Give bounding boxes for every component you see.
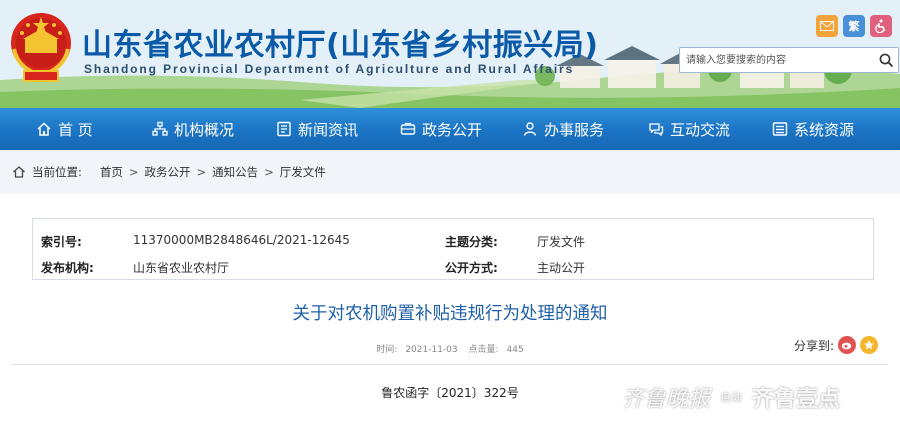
- watermark-text-a: 齐鲁晚报: [622, 387, 711, 412]
- breadcrumb-notice[interactable]: 通知公告: [212, 164, 258, 180]
- nav-label: 政务公开: [422, 120, 483, 139]
- nav-label: 互动交流: [670, 120, 731, 139]
- nav-item-interact[interactable]: 互动交流: [648, 108, 730, 150]
- service-icon: [523, 122, 537, 136]
- header-banner: 山东省农业农村厅(山东省乡村振兴局) Shandong Provincial D…: [0, 0, 900, 108]
- news-icon: [277, 121, 291, 137]
- nav-item-home[interactable]: 首 页: [36, 108, 93, 150]
- time-value: 2021-11-03: [405, 345, 458, 355]
- breadcrumb: 当前位置: 首页 > 政务公开 > 通知公告 > 厅发文件: [12, 164, 326, 180]
- home-icon: [13, 166, 25, 178]
- breadcrumb-sep: >: [128, 165, 139, 179]
- mail-icon[interactable]: [816, 15, 838, 37]
- page: 山东省农业农村厅(山东省乡村振兴局) Shandong Provincial D…: [0, 0, 900, 436]
- nav-item-news[interactable]: 新闻资讯: [276, 108, 358, 150]
- breadcrumb-sep: >: [196, 165, 207, 179]
- org-icon: [152, 121, 168, 136]
- divider: [12, 364, 888, 365]
- index-key: 索引号:: [41, 235, 82, 249]
- traditional-chinese-button[interactable]: 繁: [843, 15, 865, 37]
- interact-icon: [649, 123, 664, 137]
- breadcrumb-sep: >: [264, 165, 274, 179]
- breadcrumb-dept-docs[interactable]: 厅发文件: [280, 164, 326, 180]
- open-icon: [400, 122, 416, 135]
- breadcrumb-open[interactable]: 政务公开: [145, 164, 191, 180]
- nav-item-org[interactable]: 机构概况: [152, 108, 234, 150]
- search-button[interactable]: [874, 48, 898, 72]
- nav-item-system[interactable]: 系统资源: [772, 108, 854, 150]
- breadcrumb-bar: 当前位置: 首页 > 政务公开 > 通知公告 > 厅发文件: [0, 150, 900, 194]
- site-title: 山东省农业农村厅(山东省乡村振兴局): [82, 28, 599, 63]
- topic-key: 主题分类:: [445, 235, 498, 249]
- home-icon: [37, 122, 51, 136]
- nav-item-open[interactable]: 政务公开: [400, 108, 482, 150]
- top-toolbar: 繁: [816, 15, 892, 37]
- share-label: 分享到:: [793, 338, 834, 353]
- system-icon: [772, 122, 788, 136]
- article-title: 关于对农机购置补贴违规行为处理的通知: [292, 304, 608, 324]
- search-icon: [879, 53, 893, 67]
- weibo-icon[interactable]: [838, 336, 856, 354]
- nav-label: 办事服务: [544, 120, 605, 139]
- search-input[interactable]: [680, 49, 874, 71]
- index-value: 11370000MB2848646L/2021-12645: [133, 233, 350, 247]
- nav-label: 机构概况: [174, 120, 235, 139]
- watermark-box: 自动: [716, 387, 747, 407]
- mode-key: 公开方式:: [445, 261, 498, 275]
- main-nav: 首 页 机构概况 新闻资讯 政务公开 办事服务 互动交流 系统资源: [0, 108, 900, 150]
- nav-item-service[interactable]: 办事服务: [522, 108, 604, 150]
- topic-value: 厅发文件: [537, 235, 586, 249]
- nav-label: 首 页: [58, 120, 93, 139]
- publisher-value: 山东省农业农村厅: [133, 261, 230, 275]
- nav-label: 系统资源: [794, 120, 855, 139]
- mode-value: 主动公开: [537, 261, 586, 275]
- national-emblem-icon: [11, 13, 71, 82]
- publisher-key: 发布机构:: [41, 261, 94, 275]
- accessibility-icon[interactable]: [870, 15, 892, 37]
- search-box: [679, 47, 899, 73]
- breadcrumb-home[interactable]: 首页: [100, 164, 123, 180]
- document-meta-table: 索引号: 11370000MB2848646L/2021-12645 主题分类:…: [32, 218, 874, 280]
- share-bar: 分享到:: [794, 336, 878, 354]
- views-label: 点击量:: [468, 345, 499, 355]
- nav-label: 新闻资讯: [298, 120, 359, 139]
- watermark-text-b: 齐鲁壹点: [752, 387, 841, 412]
- watermark: 齐鲁晚报 自动 齐鲁壹点: [622, 381, 840, 413]
- site-subtitle: Shandong Provincial Department of Agricu…: [84, 62, 575, 76]
- views-value: 445: [506, 345, 524, 355]
- time-label: 时间:: [376, 345, 398, 355]
- qzone-star-icon[interactable]: [860, 336, 878, 354]
- article-info: 时间: 2021-11-03 点击量: 445: [12, 342, 888, 355]
- breadcrumb-label: 当前位置:: [32, 165, 82, 179]
